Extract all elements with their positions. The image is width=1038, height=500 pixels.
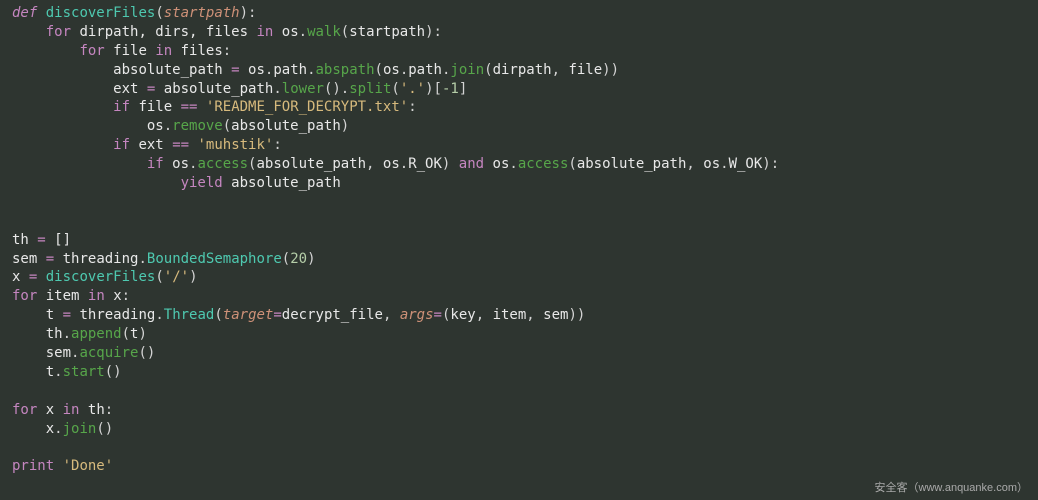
method-call: join xyxy=(63,421,97,437)
op-eqeq: == xyxy=(172,137,189,153)
method-call: lower xyxy=(282,81,324,97)
iterable: files xyxy=(181,43,223,59)
lhs: absolute_path xyxy=(113,62,223,78)
iterable: th xyxy=(88,402,105,418)
module: threading xyxy=(63,251,139,267)
lhs: sem xyxy=(12,251,37,267)
keyword-in: in xyxy=(63,402,80,418)
value: decrypt_file xyxy=(282,307,383,323)
arg: sem xyxy=(543,307,568,323)
method-call: acquire xyxy=(79,345,138,361)
arg: dirpath xyxy=(493,62,552,78)
obj: x xyxy=(46,421,54,437)
keyword-yield: yield xyxy=(181,175,223,191)
lhs: x xyxy=(12,269,20,285)
lhs: th xyxy=(12,232,29,248)
method-call: join xyxy=(450,62,484,78)
attr: path xyxy=(408,62,442,78)
arg: startpath xyxy=(349,24,425,40)
watermark: 安全客（www.anquanke.com） xyxy=(875,481,1028,496)
lhs: ext xyxy=(138,137,163,153)
arg: t xyxy=(130,326,138,342)
number: -1 xyxy=(442,81,459,97)
module: threading xyxy=(79,307,155,323)
keyword-print: print xyxy=(12,458,54,474)
func-call: discoverFiles xyxy=(46,269,156,285)
arg: item xyxy=(493,307,527,323)
method-call: access xyxy=(518,156,569,172)
function-name: discoverFiles xyxy=(46,5,156,21)
method-call: remove xyxy=(172,118,223,134)
loop-var: x xyxy=(46,402,54,418)
string: 'muhstik' xyxy=(197,137,273,153)
keyword-for: for xyxy=(12,288,37,304)
obj: t xyxy=(46,364,54,380)
keyword-if: if xyxy=(113,137,130,153)
keyword-for: for xyxy=(46,24,71,40)
op-eqeq: == xyxy=(181,99,198,115)
value: [] xyxy=(54,232,71,248)
code-block: def discoverFiles(startpath): for dirpat… xyxy=(0,0,1038,476)
string: 'Done' xyxy=(63,458,114,474)
const: W_OK xyxy=(729,156,763,172)
class-call: BoundedSemaphore xyxy=(147,251,282,267)
module: os xyxy=(493,156,510,172)
module: os xyxy=(172,156,189,172)
obj: sem xyxy=(46,345,71,361)
class-call: Thread xyxy=(164,307,215,323)
op-eq: = xyxy=(37,232,45,248)
arg: absolute_path xyxy=(256,156,366,172)
arg: absolute_path xyxy=(231,118,341,134)
loop-vars: dirpath, dirs, files xyxy=(79,24,248,40)
method-call: abspath xyxy=(316,62,375,78)
op-eq: = xyxy=(147,81,155,97)
lhs: file xyxy=(138,99,172,115)
method-call: walk xyxy=(307,24,341,40)
keyword-in: in xyxy=(155,43,172,59)
arg: file xyxy=(568,62,602,78)
keyword-in: in xyxy=(256,24,273,40)
method-call: start xyxy=(63,364,105,380)
method-call: access xyxy=(197,156,248,172)
module: os xyxy=(282,24,299,40)
const: R_OK xyxy=(408,156,442,172)
string: '/' xyxy=(164,269,189,285)
arg: key xyxy=(450,307,475,323)
param: startpath xyxy=(164,5,240,21)
module: os xyxy=(383,156,400,172)
op-eq: = xyxy=(231,62,239,78)
number: 20 xyxy=(290,251,307,267)
keyword-def: def xyxy=(12,5,37,21)
op-eq: = xyxy=(46,251,54,267)
keyword-if: if xyxy=(147,156,164,172)
keyword-if: if xyxy=(113,99,130,115)
op-eq: = xyxy=(29,269,37,285)
src: absolute_path xyxy=(164,81,274,97)
module: os xyxy=(703,156,720,172)
keyword-for: for xyxy=(12,402,37,418)
attr: path xyxy=(273,62,307,78)
kwarg: target xyxy=(223,307,274,323)
obj: th xyxy=(46,326,63,342)
arg: absolute_path xyxy=(577,156,687,172)
method-call: split xyxy=(349,81,391,97)
keyword-and: and xyxy=(459,156,484,172)
loop-var: file xyxy=(113,43,147,59)
method-call: append xyxy=(71,326,122,342)
module: os xyxy=(248,62,265,78)
loop-var: item xyxy=(46,288,80,304)
iterable: x xyxy=(113,288,121,304)
lhs: t xyxy=(46,307,54,323)
op-eq: = xyxy=(63,307,71,323)
module: os xyxy=(383,62,400,78)
value: absolute_path xyxy=(231,175,341,191)
lhs: ext xyxy=(113,81,138,97)
keyword-in: in xyxy=(88,288,105,304)
module: os xyxy=(147,118,164,134)
string: 'README_FOR_DECRYPT.txt' xyxy=(206,99,408,115)
keyword-for: for xyxy=(79,43,104,59)
kwarg: args xyxy=(400,307,434,323)
string: '.' xyxy=(400,81,425,97)
